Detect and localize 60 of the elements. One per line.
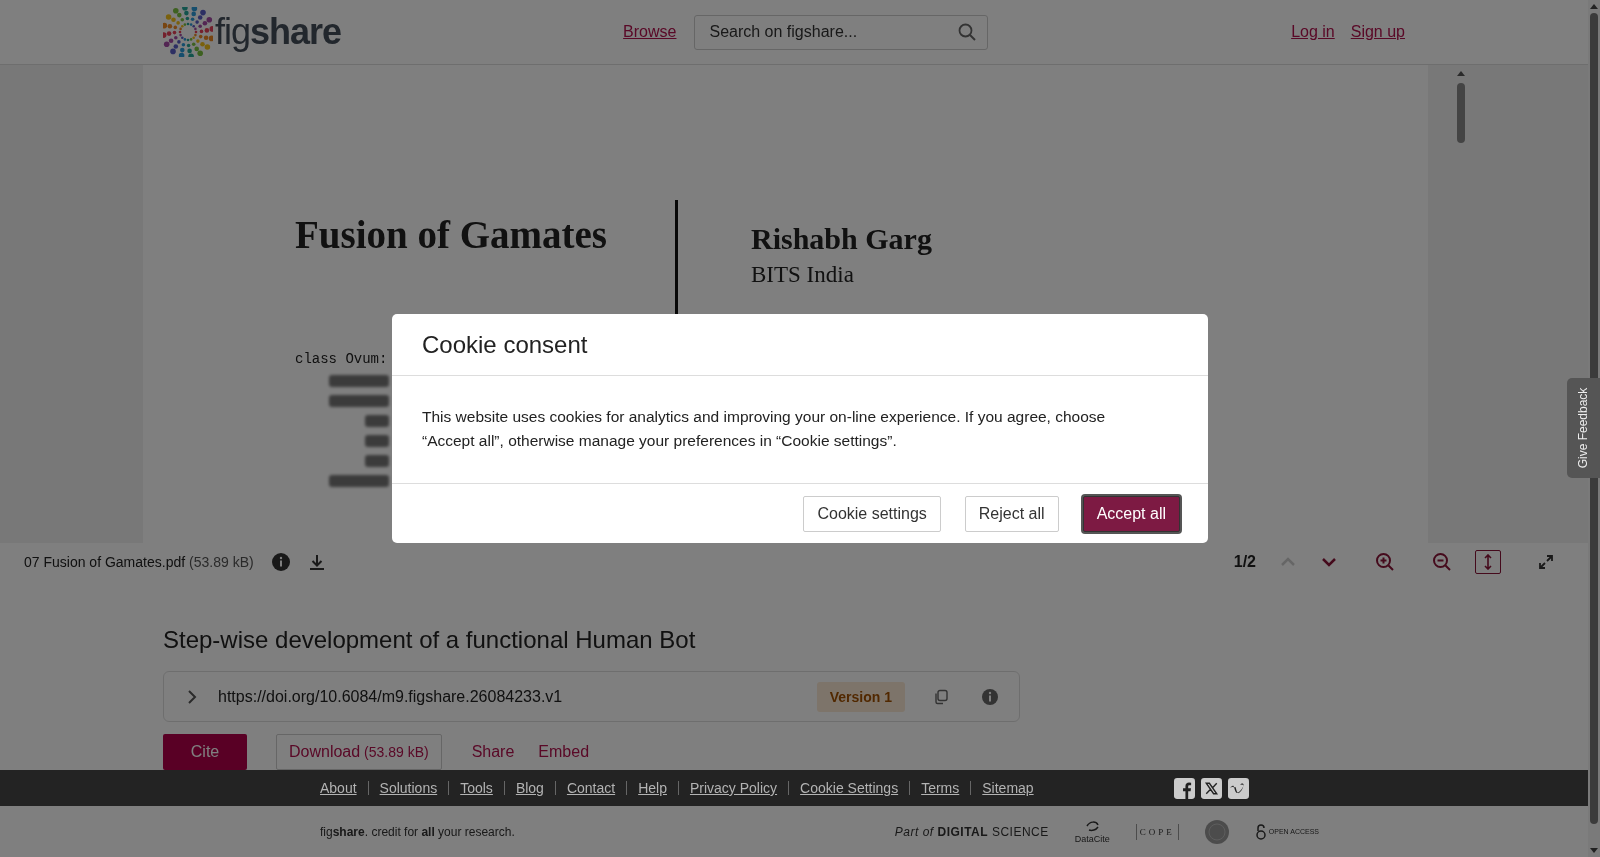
partner-logo[interactable]: Part of DIGITAL SCIENCE xyxy=(894,824,1049,839)
search-icon xyxy=(958,22,977,41)
footer-link[interactable]: Sitemap xyxy=(982,780,1034,796)
scroll-down-icon xyxy=(1590,848,1598,854)
chevron-right-icon[interactable] xyxy=(186,688,198,705)
footer-link[interactable]: Tools xyxy=(460,780,493,796)
footer-link[interactable]: Solutions xyxy=(379,780,438,796)
expand-icon[interactable] xyxy=(1538,553,1554,570)
seal-logo-icon xyxy=(1204,819,1229,844)
dialog-message: This website uses cookies for analytics and improving your on-line experience. If you agree, choose “Accept all”, otherwise manage your preferences in “Cookie settings”. xyxy=(422,407,1107,451)
file-name: 07 Fusion of Gamates.pdf xyxy=(24,553,186,570)
partner-logo[interactable]: DataCite xyxy=(1074,819,1110,844)
logo-wordmark[interactable]: figshare xyxy=(215,11,342,53)
partner-logo[interactable]: COPE xyxy=(1135,823,1179,840)
footer-link[interactable]: Blog xyxy=(515,780,544,796)
scrollbar-thumb[interactable] xyxy=(1457,83,1465,143)
code-line: class Ovum: xyxy=(295,351,389,367)
feedback-tab[interactable]: Give Feedback xyxy=(1567,378,1600,478)
copy-icon[interactable] xyxy=(933,688,949,705)
dialog-title: Cookie consent xyxy=(422,330,588,359)
file-size: (53.89 kB) xyxy=(189,553,254,570)
scroll-up-icon xyxy=(1590,3,1598,9)
author-affiliation: BITS India xyxy=(751,262,855,288)
auth-link[interactable]: Sign up xyxy=(1350,23,1405,41)
dialog-button[interactable]: Cookie settings xyxy=(803,496,941,532)
version-badge: Version 1 xyxy=(816,681,905,712)
zoom-out-icon[interactable] xyxy=(1432,551,1452,572)
footer-link[interactable]: Contact xyxy=(566,780,616,796)
cite-button[interactable]: Cite xyxy=(163,734,247,770)
tagline: figshare. credit for all your research. xyxy=(320,824,515,839)
scroll-up-icon xyxy=(1456,69,1466,77)
page-counter: 1/2 xyxy=(1233,552,1256,571)
dialog-button[interactable]: Reject all xyxy=(964,496,1059,532)
search-field[interactable]: Search on figshare... xyxy=(694,14,989,50)
footer-link[interactable]: Cookie Settings xyxy=(800,780,899,796)
x-logo-icon[interactable] xyxy=(1200,777,1222,799)
footer-link[interactable]: Terms xyxy=(921,780,960,796)
footer-link[interactable]: Privacy Policy xyxy=(689,780,778,796)
dot-burst-icon xyxy=(163,7,213,57)
zoom-in-icon[interactable] xyxy=(1375,551,1395,572)
action-link[interactable]: Embed xyxy=(526,734,602,770)
footer-link[interactable]: About xyxy=(320,780,357,796)
item-title: Step-wise development of a functional Human Bot xyxy=(163,626,697,654)
doi-link[interactable]: https://doi.org/10.6084/m9.figshare.26084233.v1 xyxy=(218,687,563,706)
action-link[interactable]: Share xyxy=(459,734,527,770)
footer-link[interactable]: Help xyxy=(638,780,667,796)
vimeo-icon[interactable] xyxy=(1227,777,1249,799)
swoosh-icon xyxy=(1085,819,1100,832)
info-icon[interactable] xyxy=(271,552,290,571)
author-name: Rishabh Garg xyxy=(751,222,932,256)
browse-link[interactable]: Browse xyxy=(623,23,677,41)
info-icon[interactable] xyxy=(981,687,999,706)
vertical-arrows-icon xyxy=(1483,553,1493,570)
document-title: Fusion of Gamates xyxy=(295,212,608,257)
auth-link[interactable]: Log in xyxy=(1291,23,1335,41)
facebook-icon[interactable] xyxy=(1173,777,1195,799)
download-icon[interactable] xyxy=(307,552,326,571)
accept-button[interactable]: Accept all xyxy=(1082,496,1180,532)
fit-height-button[interactable] xyxy=(1475,549,1501,574)
download-button[interactable]: Download (53.89 kB) xyxy=(276,734,442,770)
